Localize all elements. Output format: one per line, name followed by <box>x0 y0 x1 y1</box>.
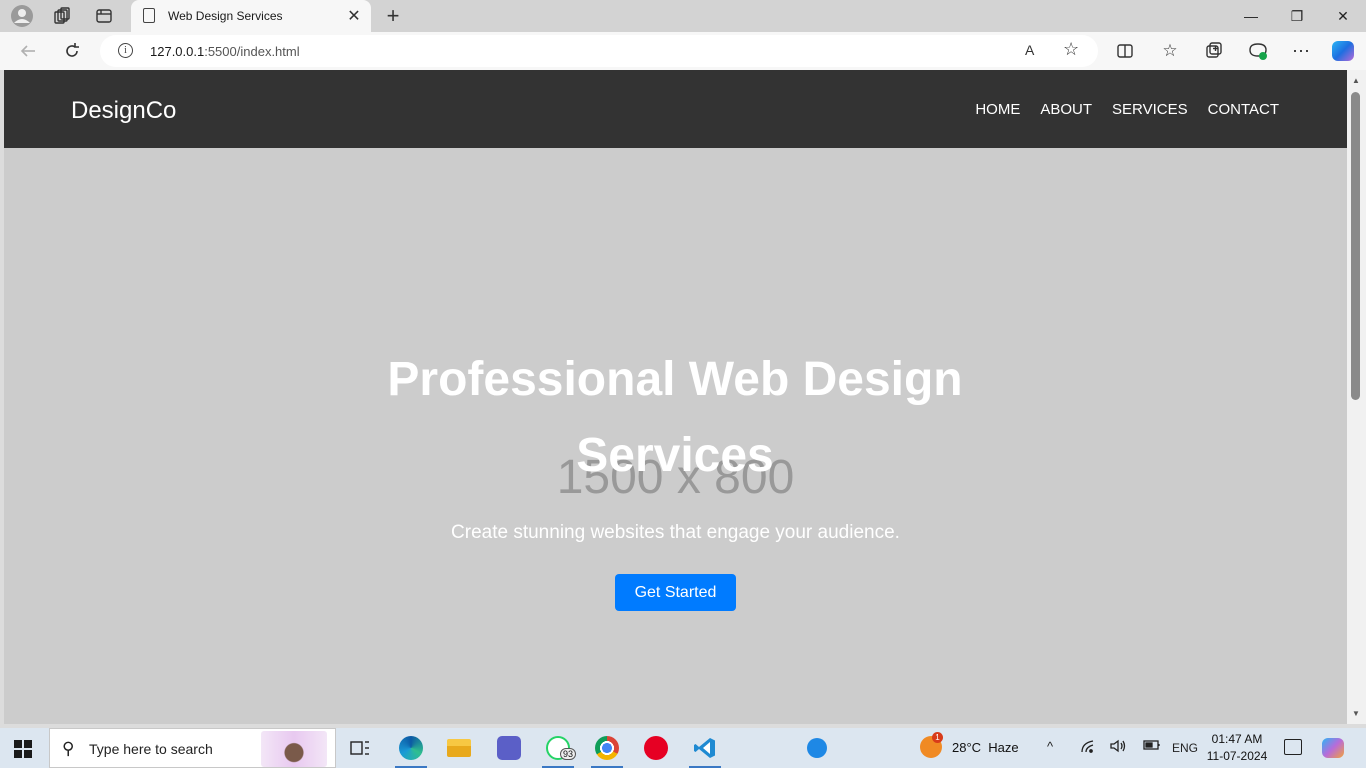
chrome-icon[interactable] <box>587 728 627 768</box>
nav-about[interactable]: ABOUT <box>1040 101 1092 118</box>
back-icon[interactable] <box>16 39 40 63</box>
taskbar-clock[interactable]: 01:47 AM 11-07-2024 <box>1206 731 1268 765</box>
more-options-icon[interactable]: ⋯ <box>1289 39 1313 63</box>
page-icon <box>143 8 155 23</box>
scrollbar-thumb[interactable] <box>1351 92 1360 400</box>
nav-services[interactable]: SERVICES <box>1112 101 1188 118</box>
copilot-taskbar-icon[interactable] <box>1322 738 1344 758</box>
notifications-icon[interactable] <box>1284 739 1302 755</box>
browser-essentials-icon[interactable] <box>1246 39 1270 63</box>
favorite-star-icon[interactable]: ☆ <box>1063 39 1079 60</box>
whatsapp-unread-badge: 93 <box>560 748 577 760</box>
profile-icon[interactable] <box>10 4 34 28</box>
network-icon[interactable] <box>1080 739 1096 756</box>
taskbar: ⚲ Type here to search 93 1 28°C Haze ^ E… <box>0 728 1366 768</box>
url-text: 127.0.0.1:5500/index.html <box>150 44 300 59</box>
weather-widget[interactable]: 28°C Haze <box>952 740 1019 755</box>
nav-contact[interactable]: CONTACT <box>1208 101 1279 118</box>
collections-icon[interactable] <box>1202 39 1226 63</box>
search-highlight-image <box>261 731 327 767</box>
tab-actions-icon[interactable] <box>92 4 116 28</box>
minimize-icon[interactable]: — <box>1228 0 1274 32</box>
new-tab-icon[interactable]: + <box>382 3 404 29</box>
page-scrollbar[interactable]: ▲ ▼ <box>1347 70 1366 724</box>
clock-time: 01:47 AM <box>1211 732 1263 746</box>
split-screen-icon[interactable] <box>1113 39 1137 63</box>
windows-start-icon[interactable] <box>14 740 32 758</box>
file-explorer-icon[interactable] <box>439 728 479 768</box>
search-placeholder: Type here to search <box>89 741 213 757</box>
tab-web-design-services[interactable]: Web Design Services ✕ <box>131 0 371 32</box>
language-indicator[interactable]: ENG <box>1172 741 1198 755</box>
volume-icon[interactable] <box>1110 739 1126 756</box>
scroll-up-icon[interactable]: ▲ <box>1352 76 1360 85</box>
edge-taskbar-icon[interactable] <box>391 728 431 768</box>
teams-icon[interactable] <box>489 728 529 768</box>
workspaces-icon[interactable] <box>50 4 74 28</box>
browser-tab-strip: Web Design Services ✕ + — ❐ ✕ <box>0 0 1366 32</box>
page-viewport: DesignCo HOME ABOUT SERVICES CONTACT 150… <box>4 70 1347 724</box>
maximize-icon[interactable]: ❐ <box>1274 0 1320 32</box>
favorites-icon[interactable]: ☆ <box>1158 39 1182 63</box>
close-window-icon[interactable]: ✕ <box>1320 0 1366 32</box>
show-hidden-icons-icon[interactable]: ^ <box>1047 739 1053 754</box>
site-info-icon[interactable]: i <box>118 43 133 58</box>
read-aloud-icon[interactable]: A <box>1025 42 1034 58</box>
refresh-icon[interactable] <box>60 39 84 63</box>
get-started-button[interactable]: Get Started <box>615 574 736 611</box>
browser-toolbar: i 127.0.0.1:5500/index.html A ☆ ☆ ⋯ <box>0 32 1366 70</box>
battery-icon[interactable] <box>1143 739 1161 754</box>
tab-title: Web Design Services <box>168 9 283 23</box>
main-nav: HOME ABOUT SERVICES CONTACT <box>975 101 1279 118</box>
close-tab-icon[interactable]: ✕ <box>345 6 363 26</box>
hero-subtitle: Create stunning websites that engage you… <box>451 522 900 543</box>
site-logo[interactable]: DesignCo <box>71 97 176 125</box>
site-header: DesignCo HOME ABOUT SERVICES CONTACT <box>4 70 1347 148</box>
vscode-icon[interactable] <box>685 728 725 768</box>
whatsapp-icon[interactable]: 93 <box>538 728 578 768</box>
search-icon: ⚲ <box>62 739 75 758</box>
pinterest-icon[interactable] <box>636 728 676 768</box>
help-app-icon[interactable] <box>797 728 837 768</box>
address-bar[interactable]: i 127.0.0.1:5500/index.html A ☆ <box>100 35 1098 67</box>
scroll-down-icon[interactable]: ▼ <box>1352 709 1360 718</box>
hero-title: Professional Web Design Services <box>387 353 963 482</box>
weather-alert-badge: 1 <box>932 732 943 743</box>
nav-home[interactable]: HOME <box>975 101 1020 118</box>
task-view-icon[interactable] <box>340 728 380 768</box>
taskbar-search-box[interactable]: ⚲ Type here to search <box>49 728 336 768</box>
copilot-icon[interactable] <box>1331 39 1355 63</box>
clock-date: 11-07-2024 <box>1206 749 1268 763</box>
